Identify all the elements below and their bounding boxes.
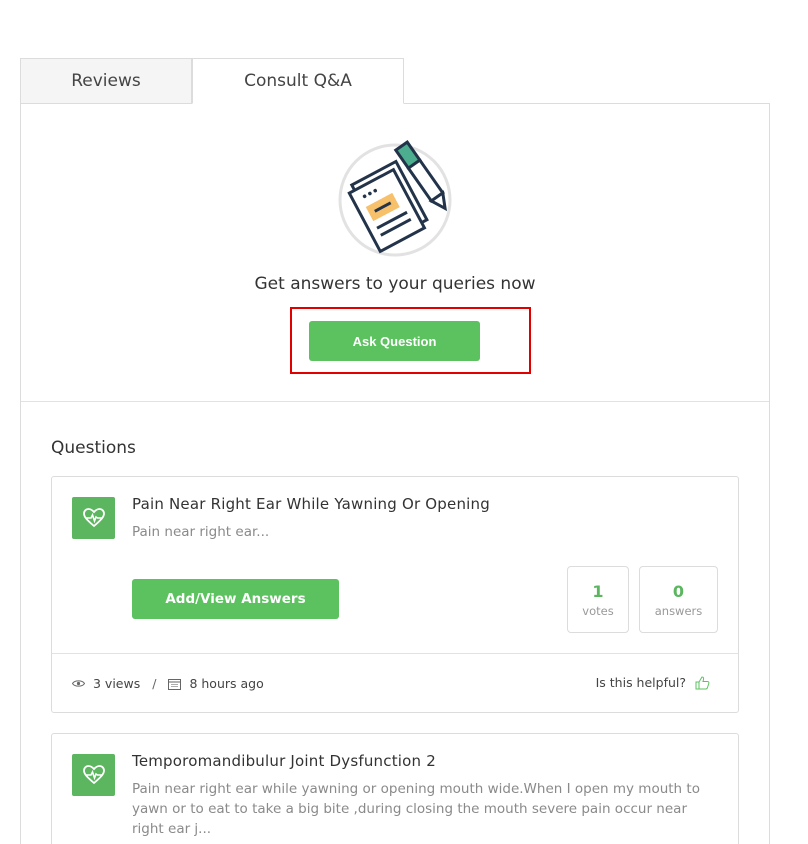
answers-box: 0 answers: [639, 566, 718, 633]
posted-time: 8 hours ago: [189, 676, 264, 691]
meta-separator: /: [152, 676, 157, 691]
votes-box: 1 votes: [567, 566, 629, 633]
question-footer: 3 views / 8 hours ago Is this helpful?: [52, 653, 738, 713]
question-card: Temporomandibulur Joint Dysfunction 2 Pa…: [51, 733, 739, 844]
views-count: 3 views: [93, 676, 141, 691]
votes-label: votes: [582, 604, 614, 618]
thumbs-up-icon[interactable]: [695, 675, 710, 690]
document-pen-icon: [336, 134, 456, 258]
answers-label: answers: [654, 604, 703, 618]
calendar-icon: [168, 678, 182, 690]
question-title[interactable]: Temporomandibulur Joint Dysfunction 2: [132, 752, 436, 770]
ask-question-button[interactable]: Ask Question: [309, 321, 480, 361]
question-title[interactable]: Pain Near Right Ear While Yawning Or Ope…: [132, 495, 490, 513]
tab-bar: Reviews Consult Q&A: [20, 58, 770, 104]
answers-count: 0: [672, 582, 685, 601]
heart-pulse-icon: [72, 497, 115, 539]
votes-count: 1: [592, 582, 604, 601]
helpful-label: Is this helpful?: [595, 675, 686, 690]
question-description: Pain near right ear while yawning or ope…: [132, 781, 700, 837]
section-divider: [21, 401, 769, 402]
hero-prompt: Get answers to your queries now: [254, 274, 536, 294]
tab-consult-qa[interactable]: Consult Q&A: [192, 58, 404, 104]
add-view-answers-button[interactable]: Add/View Answers: [132, 579, 339, 619]
question-card: Pain Near Right Ear While Yawning Or Ope…: [51, 476, 739, 713]
eye-icon: [72, 679, 85, 688]
questions-heading: Questions: [51, 438, 136, 458]
heart-pulse-icon: [72, 754, 115, 796]
question-description: Pain near right ear...: [132, 524, 270, 540]
tab-reviews[interactable]: Reviews: [20, 58, 192, 104]
